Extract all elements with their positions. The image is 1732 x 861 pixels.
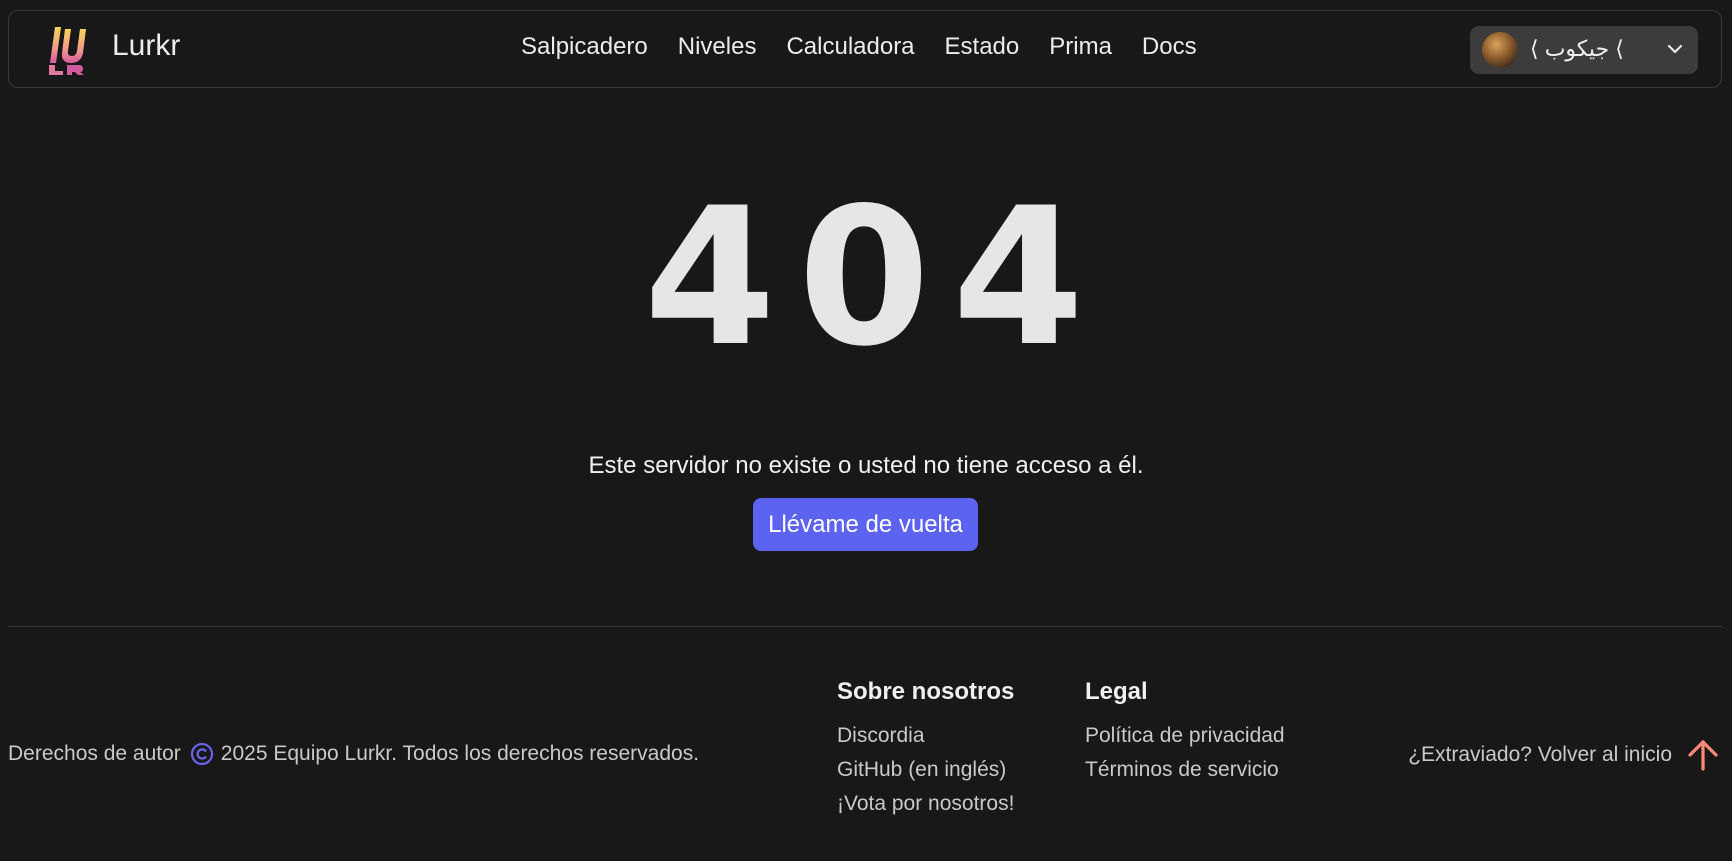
error-code: 404 — [643, 167, 1107, 388]
navbar: Lurkr Salpicadero Niveles Calculadora Es… — [8, 10, 1722, 88]
main-nav: Salpicadero Niveles Calculadora Estado P… — [521, 33, 1197, 61]
error-message: Este servidor no existe o usted no tiene… — [588, 452, 1144, 479]
back-to-top-link[interactable]: ¿Extraviado? Volver al inicio — [1408, 736, 1722, 774]
lurkr-logo[interactable] — [45, 23, 93, 77]
copyright: Derechos de autor 2025 Equipo Lurkr. Tod… — [8, 741, 699, 767]
footer-link-discord[interactable]: Discordia — [837, 724, 1014, 748]
nav-link-estado[interactable]: Estado — [945, 33, 1020, 61]
copyright-icon — [190, 742, 213, 766]
arrow-up-icon — [1688, 740, 1718, 771]
nav-link-salpicadero[interactable]: Salpicadero — [521, 33, 648, 61]
user-avatar — [1482, 32, 1518, 68]
nav-link-calculadora[interactable]: Calculadora — [786, 33, 914, 61]
back-to-top-label: ¿Extraviado? Volver al inicio — [1408, 743, 1672, 766]
footer-link-github[interactable]: GitHub (en inglés) — [837, 758, 1014, 782]
footer-divider — [8, 626, 1722, 627]
footer-legal-title: Legal — [1085, 678, 1148, 705]
footer-about-title: Sobre nosotros — [837, 678, 1015, 705]
copyright-prefix: Derechos de autor — [8, 742, 181, 765]
user-menu-button[interactable]: ⟨ جيكوب ⟨ — [1470, 26, 1698, 74]
user-name: ⟨ جيكوب ⟨ — [1530, 36, 1624, 61]
chevron-down-icon — [1667, 44, 1683, 54]
nav-link-niveles[interactable]: Niveles — [678, 33, 757, 61]
footer-link-vote[interactable]: ¡Vota por nosotros! — [837, 792, 1014, 816]
nav-link-docs[interactable]: Docs — [1142, 33, 1197, 61]
footer-legal-section: Legal Política de privacidad Términos de… — [1085, 678, 1285, 792]
copyright-text: 2025 Equipo Lurkr. Todos los derechos re… — [220, 742, 700, 765]
footer-link-privacy[interactable]: Política de privacidad — [1085, 724, 1285, 748]
brand-name[interactable]: Lurkr — [112, 29, 180, 63]
footer-link-terms[interactable]: Términos de servicio — [1085, 758, 1285, 782]
footer-about-section: Sobre nosotros Discordia GitHub (en ingl… — [837, 678, 1014, 826]
nav-link-prima[interactable]: Prima — [1049, 33, 1112, 61]
take-me-back-button[interactable]: Llévame de vuelta — [753, 498, 978, 551]
